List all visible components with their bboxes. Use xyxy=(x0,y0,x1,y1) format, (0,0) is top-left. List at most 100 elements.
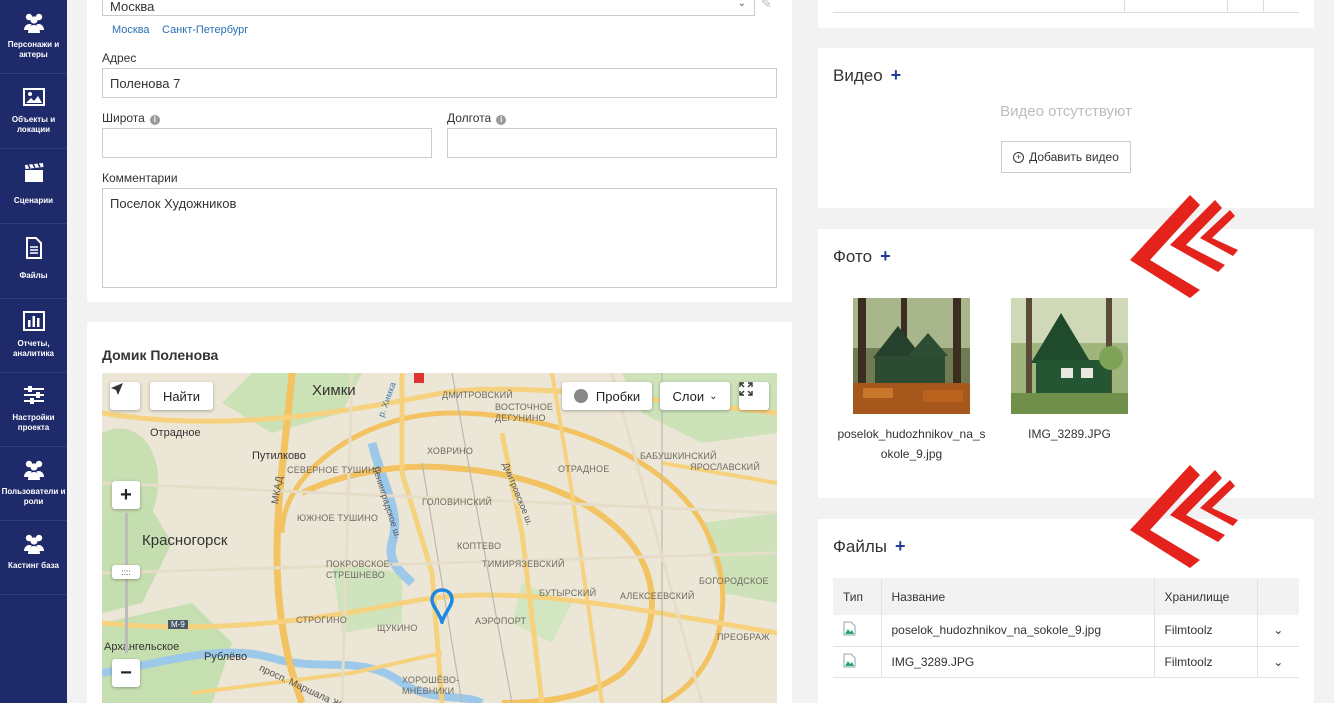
map-place-label: АЭРОПОРТ xyxy=(475,616,527,626)
column-header-actions xyxy=(1257,578,1299,615)
column-header-name[interactable]: Название xyxy=(881,578,1155,615)
latitude-input[interactable] xyxy=(102,128,432,158)
add-photo-plus-icon[interactable]: + xyxy=(880,246,891,266)
map-place-label: АЛЕКСЕЕВСКИЙ xyxy=(620,591,695,601)
map-place-label: Путилково xyxy=(252,450,306,462)
comments-textarea[interactable]: Поселок Художников xyxy=(102,188,777,288)
sidebar-item-scripts[interactable]: Сценарии xyxy=(0,150,67,224)
map-place-label: ХОРОШЁВО-МНЁВНИКИ xyxy=(402,675,460,696)
map-place-label: БУТЫРСКИЙ xyxy=(539,588,597,598)
divider xyxy=(1227,0,1228,12)
image-icon xyxy=(0,87,67,109)
files-title: Файлы + xyxy=(833,536,906,557)
map-place-label: ЮЖНОЕ ТУШИНО xyxy=(297,513,379,523)
casting-icon xyxy=(0,533,67,555)
longitude-input[interactable] xyxy=(447,128,777,158)
city-link-spb[interactable]: Санкт-Петербург xyxy=(162,24,248,36)
map-place-label: ОТРАДНОЕ xyxy=(558,464,610,474)
traffic-button[interactable]: Пробки xyxy=(562,382,652,410)
sidebar-item-label: Настройки проекта xyxy=(12,413,55,432)
video-panel: Видео + Видео отсутствуют + Добавить виде… xyxy=(818,48,1314,208)
users-icon xyxy=(0,459,67,481)
add-file-plus-icon[interactable]: + xyxy=(895,536,906,556)
table-row[interactable]: IMG_3289.JPG Filmtoolz ⌄ xyxy=(833,646,1299,678)
sidebar-item-label: Объекты и локации xyxy=(11,115,56,134)
sidebar-item-label: Персонажи и актеры xyxy=(7,40,60,59)
sidebar-item-settings[interactable]: Настройки проекта xyxy=(0,373,67,447)
divider xyxy=(1124,0,1125,12)
info-icon[interactable]: i xyxy=(496,115,507,125)
row-chevron-icon[interactable]: ⌄ xyxy=(1257,646,1299,678)
sidebar-item-users[interactable]: Пользователи и роли xyxy=(0,447,67,521)
clapperboard-icon xyxy=(0,162,67,184)
longitude-label-text: Долгота xyxy=(447,111,492,125)
pencil-icon[interactable]: ✎ xyxy=(761,0,772,12)
file-name-cell[interactable]: poselok_hudozhnikov_na_sokole_9.jpg xyxy=(881,615,1155,647)
divider xyxy=(1263,0,1264,12)
info-icon[interactable]: i xyxy=(149,115,160,125)
chart-icon xyxy=(0,311,67,333)
column-header-type[interactable]: Тип xyxy=(833,578,882,615)
map-title: Домик Поленова xyxy=(102,347,219,363)
map[interactable]: Химки Отрадное Путилково СЕВЕРНОЕ ТУШИНО… xyxy=(102,373,777,703)
table-row[interactable]: poselok_hudozhnikov_na_sokole_9.jpg Film… xyxy=(833,615,1299,647)
location-pin-icon[interactable] xyxy=(430,588,454,624)
find-button[interactable]: Найти xyxy=(150,382,213,410)
photo-caption: IMG_3289.JPG xyxy=(1028,427,1111,441)
sidebar-item-characters[interactable]: Персонажи и актеры xyxy=(0,0,67,74)
image-file-icon xyxy=(843,621,856,636)
layers-dropdown[interactable]: Слои ⌄ xyxy=(660,382,730,410)
map-place-label: Химки xyxy=(312,382,356,399)
city-select[interactable]: Москва ⌄ xyxy=(102,0,755,16)
add-video-label: Добавить видео xyxy=(1029,150,1119,164)
map-place-label: ВОСТОЧНОЕ ДЕГУНИНО xyxy=(495,402,554,423)
photo-caption-line: poselok_hudozhnikov_na_s xyxy=(837,427,986,441)
sidebar-item-objects[interactable]: Объекты и локации xyxy=(0,75,67,149)
map-place-label: ГОЛОВИНСКИЙ xyxy=(422,497,493,507)
photo-title-text: Фото xyxy=(833,247,873,266)
sidebar-item-label: Пользователи и роли xyxy=(1,487,66,506)
sidebar-item-files[interactable]: Файлы xyxy=(0,225,67,299)
sidebar-item-reports[interactable]: Отчеты, аналитика xyxy=(0,299,67,373)
table-header-row: Тип Название Хранилище xyxy=(833,578,1299,615)
address-label: Адрес xyxy=(102,51,137,65)
photo-thumbnail[interactable] xyxy=(1011,298,1128,414)
map-road-label: М-9 xyxy=(168,620,188,629)
sliders-icon xyxy=(0,385,67,407)
add-video-plus-icon[interactable]: + xyxy=(891,65,902,85)
file-name-cell[interactable]: IMG_3289.JPG xyxy=(881,646,1155,678)
zoom-out-button[interactable]: − xyxy=(112,659,140,687)
map-place-label: ТИМИРЯЗЕВСКИЙ xyxy=(482,559,565,569)
map-place-label: БАБУШКИНСКИЙ xyxy=(640,451,717,461)
fullscreen-button[interactable] xyxy=(739,382,769,410)
sidebar-item-casting[interactable]: Кастинг база xyxy=(0,521,67,595)
file-storage-cell: Filmtoolz xyxy=(1154,615,1258,647)
traffic-label: Пробки xyxy=(595,388,641,404)
video-title-text: Видео xyxy=(833,66,883,85)
map-place-label: ЯРОСЛАВСКИЙ xyxy=(690,462,760,472)
city-link-moscow[interactable]: Москва xyxy=(112,24,150,36)
photo-thumbnail[interactable] xyxy=(853,298,970,414)
location-form-panel: Москва ⌄ ✎ Москва Санкт-Петербург Адрес … xyxy=(87,0,792,302)
divider xyxy=(833,12,1299,13)
map-place-label: Рублёво xyxy=(204,651,248,663)
sidebar-item-label: Отчеты, аналитика xyxy=(12,339,55,358)
file-type-cell xyxy=(833,646,882,678)
image-file-icon xyxy=(843,653,856,667)
city-select-value: Москва xyxy=(110,0,155,14)
map-place-label: ДМИТРОВСКИЙ xyxy=(442,390,513,400)
map-place-label: Отрадное xyxy=(150,427,201,439)
column-header-storage[interactable]: Хранилище xyxy=(1154,578,1258,615)
row-chevron-icon[interactable]: ⌄ xyxy=(1257,615,1299,647)
navigation-arrow-icon xyxy=(111,383,123,395)
zoom-in-button[interactable]: + xyxy=(112,481,140,509)
address-input[interactable]: Поленова 7 xyxy=(102,68,777,98)
files-table: Тип Название Хранилище poselok_hudozhnik… xyxy=(833,578,1299,678)
map-place-label: ПРЕОБРАЖ xyxy=(717,632,770,642)
chevron-down-icon: ⌄ xyxy=(709,390,718,402)
geolocation-button[interactable] xyxy=(110,382,140,410)
traffic-icon xyxy=(573,389,588,403)
zoom-slider-handle[interactable]: :::: xyxy=(112,565,140,579)
add-video-button[interactable]: + Добавить видео xyxy=(1001,141,1131,173)
zoom-slider-track[interactable] xyxy=(125,513,128,653)
